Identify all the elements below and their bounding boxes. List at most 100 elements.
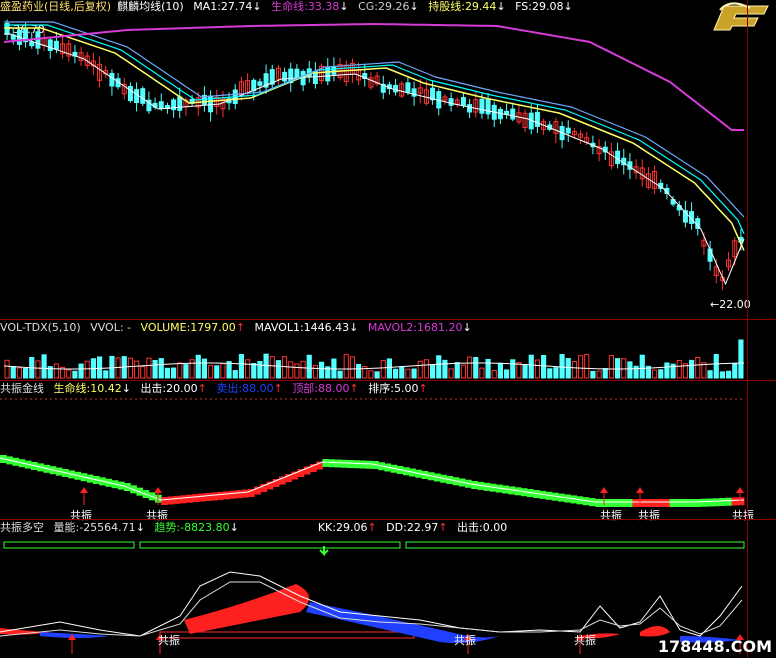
volume-ma-line [3,362,745,370]
volume-bar [559,354,565,379]
strike-bar [159,631,415,639]
volume-bar [553,367,559,379]
band-segment [700,498,708,507]
volume-bar [84,360,90,379]
volume-bar [164,367,170,379]
res-rank-label: 排序: [368,382,394,395]
volume-bar [4,359,10,379]
candle-body [393,84,399,93]
volume-bar [602,368,608,379]
volume-bar [497,362,504,379]
band-segment [601,499,609,507]
volume-bar [158,358,164,379]
signal-up-arrow [154,487,162,493]
band-segment [204,493,212,501]
kk-label: KK: [317,521,336,534]
bear-band [40,632,110,638]
band-segment [663,499,671,507]
multi-strike-value: 0.00 [482,521,508,534]
arrow-down: ↓ [349,321,359,334]
brand-logo [710,0,774,36]
volume-bar [23,367,29,379]
candle-body [53,40,59,50]
volume-bar [596,370,602,379]
band-segment [235,490,243,499]
multi-tag: 共振 [574,634,596,647]
mavol1-label: MAVOL1: [254,321,304,334]
price-chart[interactable] [0,2,776,320]
volume-bar [460,364,467,379]
resonance-header: 共振金线 生命线:10.42↓ 出击:20.00↑ 卖出:88.00↑ 顶部:8… [0,382,434,396]
band-segment [613,499,621,507]
band-segment [341,459,348,468]
volume-bar [516,362,522,379]
band-segment [229,490,237,499]
vvol-text: VVOL: - [90,321,132,334]
arrow-up: ↑ [349,382,359,395]
band-segment [322,459,330,467]
volume-chart[interactable] [0,336,776,380]
candle-body [331,66,337,75]
volume-bar [35,360,41,379]
band-segment [365,460,373,469]
trend-value: -8823.80 [180,521,230,534]
volume-bar [226,361,232,379]
mavol1-value: 1446.43 [303,321,350,334]
candle-body [35,31,41,49]
trend-bar [405,541,745,549]
volume-bar [232,370,238,379]
candle-body [140,88,146,104]
res-life-value: 10.42 [90,382,122,395]
res-sell-label: 卖出: [216,382,243,395]
candle-body [534,111,540,127]
volume-bar [510,359,516,379]
volume-bar [263,353,269,379]
volume-bar [485,358,491,379]
band-segment [186,494,193,503]
band-segment [595,499,602,507]
ma-line-purple [3,22,744,131]
volume-bar [732,363,738,379]
candle-body [448,98,454,106]
trend-label: 趋势: [154,521,181,534]
volume-bar [183,364,189,379]
resonance-chart[interactable] [0,397,776,519]
multi-header: 共振多空 量能:-25564.71↓ 趋势:-8823.80↓ KK:29.06… [0,521,507,535]
ma-line-blue [4,21,745,218]
arrow-down: ↓ [462,321,472,334]
arrow-up: ↑ [235,321,246,334]
dd-label: DD: [386,521,407,534]
volume-bar [639,354,645,379]
multi-name: 共振多空 [0,521,44,534]
candle-body [282,71,288,82]
candle-body [177,96,183,111]
resonance-name: 共振金线 [0,382,44,395]
volume-bar [491,370,497,379]
volume-bar [448,368,454,379]
band-segment [713,498,720,507]
volume-bar [578,355,584,379]
right-border [747,0,748,658]
band-segment [651,499,658,507]
volume-bar [436,355,442,379]
volume-bar [713,354,719,379]
band-segment [675,499,683,507]
volume-bar [442,359,448,379]
volume-bar [473,356,479,379]
price-panel[interactable]: 盛盈药业(日线,后复权) 麒麟均线(10) MA1:27.74↓ 生命线:33.3… [0,0,776,320]
resonance-panel[interactable]: 共振金线 生命线:10.42↓ 出击:20.00↑ 卖出:88.00↑ 顶部:8… [0,381,776,522]
volume-bar [127,357,133,379]
candle-body [405,82,411,93]
volume-bar [134,360,140,379]
volume-bar [386,358,393,379]
band-segment [167,496,175,505]
volume-panel[interactable]: VOL-TDX(5,10) VVOL: - VOLUME:1797.00↑ MA… [0,320,776,380]
band-segment [607,499,615,507]
volume-bar [423,359,430,379]
band-segment [644,499,652,507]
band-segment [223,491,230,500]
signal-up-arrow [736,487,744,493]
volume-bar [467,356,473,379]
dd-line [0,581,743,637]
volume-bar [251,363,257,379]
